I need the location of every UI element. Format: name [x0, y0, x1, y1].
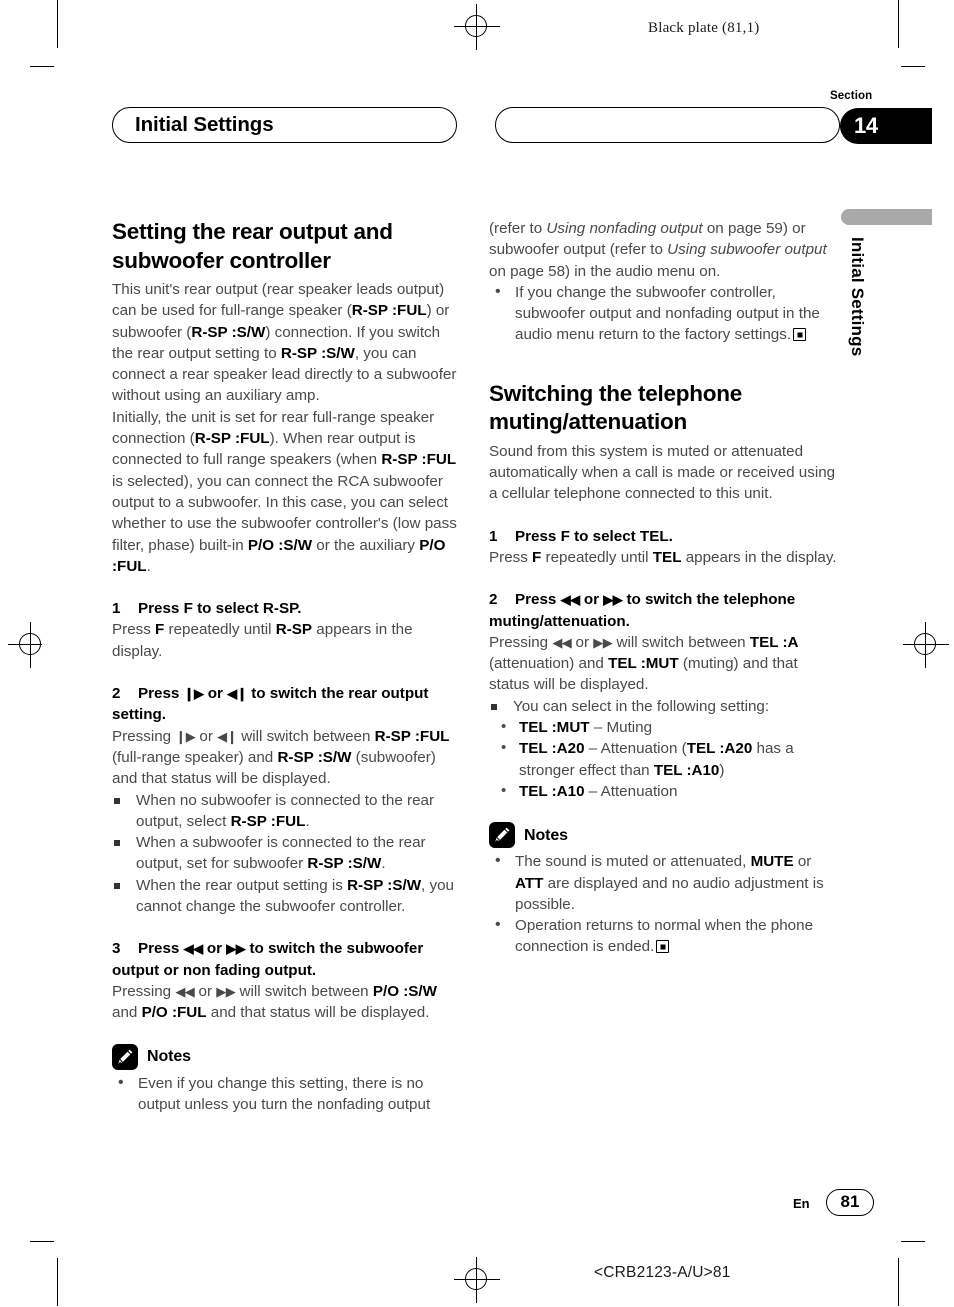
right-options-list: TEL :MUT – Muting TEL :A20 – Attenuation…	[489, 716, 837, 802]
fast-forward-glyph: ▶▶	[603, 592, 623, 608]
right-intro-paragraph: Sound from this system is muted or atten…	[489, 442, 836, 503]
crop-mark-top-right-horizontal	[901, 66, 925, 67]
fast-forward-glyph: ▶▶	[593, 634, 613, 650]
left-step-2-body: Pressing ❙▶ or ◀❙ will switch between R-…	[112, 727, 450, 788]
list-item: TEL :A10 – Attenuation	[489, 780, 837, 802]
section-number-badge: 14	[840, 108, 932, 144]
reverse-pause-glyph: ◀❙	[217, 728, 238, 744]
right-step-2-body: Pressing ◀◀ or ▶▶ will switch between TE…	[489, 633, 799, 694]
left-heading: Setting the rear output and subwoofer co…	[112, 219, 393, 273]
right-notes-header: Notes	[489, 822, 837, 849]
list-item: Operation returns to normal when the pho…	[489, 914, 837, 958]
left-square-bullet-list: When no subwoofer is connected to the re…	[112, 790, 460, 918]
left-intro-paragraph-2: Initially, the unit is set for rear full…	[112, 408, 457, 575]
right-continued-notes-list: If you change the subwoofer controller, …	[489, 281, 837, 346]
header-pill-right	[495, 107, 840, 143]
section-word-label: Section	[830, 90, 873, 102]
left-notes-title: Notes	[147, 1047, 191, 1065]
left-step-2-title: 2 Press ❙▶ or ◀❙ to switch the rear outpu…	[112, 685, 429, 724]
right-step-1-body: Press F repeatedly until TEL appears in …	[489, 548, 837, 566]
rewind-glyph: ◀◀	[560, 592, 581, 608]
rewind-glyph: ◀◀	[552, 634, 572, 650]
manual-page: Black plate (81,1) Initial Settings Sect…	[0, 0, 954, 1307]
list-item: The sound is muted or attenuated, MUTE o…	[489, 850, 837, 915]
pause-play-glyph: ❙▶	[175, 728, 196, 744]
left-column: Setting the rear output and subwoofer co…	[112, 218, 460, 1115]
crop-mark-top-right-vertical	[898, 0, 899, 48]
list-item: TEL :MUT – Muting	[489, 716, 837, 738]
footer-language: En	[793, 1196, 810, 1211]
rewind-glyph: ◀◀	[183, 941, 204, 957]
list-item: When no subwoofer is connected to the re…	[112, 790, 460, 833]
left-step-1-body: Press F repeatedly until R-SP appears in…	[112, 621, 413, 660]
footer-document-code: <CRB2123-A/U>81	[594, 1264, 731, 1281]
left-intro-paragraph-1: This unit's rear output (rear speaker le…	[112, 281, 457, 405]
right-column: (refer to Using nonfading output on page…	[489, 218, 837, 958]
list-item: When the rear output setting is R-SP :S/…	[112, 875, 460, 918]
left-notes-header: Notes	[112, 1043, 460, 1070]
pencil-icon	[112, 1043, 138, 1070]
registration-mark-right	[903, 622, 949, 668]
left-step-3-title: 3 Press ◀◀ or ▶▶ to switch the subwoofer …	[112, 940, 424, 979]
list-item: If you change the subwoofer controller, …	[489, 281, 837, 346]
right-heading: Switching the telephone muting/attenuati…	[489, 380, 743, 435]
side-tab-label: Initial Settings	[848, 237, 867, 357]
footer-page-number: 81	[826, 1189, 874, 1216]
chapter-title-label: Initial Settings	[135, 113, 274, 136]
registration-mark-bottom	[454, 1257, 500, 1303]
pencil-icon	[489, 822, 515, 849]
running-head: Black plate (81,1)	[648, 20, 760, 36]
crop-mark-top-left-horizontal	[30, 66, 54, 67]
crop-mark-bottom-left-horizontal	[30, 1241, 54, 1242]
right-notes-title: Notes	[524, 826, 568, 844]
section-number: 14	[854, 113, 878, 138]
registration-mark-top	[454, 4, 500, 50]
chapter-title-pill: Initial Settings	[112, 107, 457, 143]
pause-play-glyph: ❙▶	[183, 686, 204, 702]
fast-forward-glyph: ▶▶	[216, 983, 236, 999]
rewind-glyph: ◀◀	[175, 983, 195, 999]
right-note-continuation: (refer to Using nonfading output on page…	[489, 220, 827, 280]
left-step-3-body: Pressing ◀◀ or ▶▶ will switch between P/…	[112, 982, 437, 1022]
right-notes-list: The sound is muted or attenuated, MUTE o…	[489, 850, 837, 958]
end-of-section-marker	[656, 940, 670, 954]
right-square-bullet-list: You can select in the following setting:	[489, 696, 837, 717]
left-notes-list: Even if you change this setting, there i…	[112, 1072, 460, 1116]
registration-mark-left	[8, 622, 54, 668]
crop-mark-bottom-right-vertical	[898, 1258, 899, 1306]
end-of-section-marker	[793, 328, 807, 342]
crop-mark-top-left-vertical	[57, 0, 58, 48]
right-step-1-title: 1 Press F to select TEL.	[489, 527, 673, 545]
list-item: You can select in the following setting:	[489, 696, 837, 717]
fast-forward-glyph: ▶▶	[226, 941, 246, 957]
crop-mark-bottom-left-vertical	[57, 1258, 58, 1306]
crop-mark-bottom-right-horizontal	[901, 1241, 925, 1242]
list-item: TEL :A20 – Attenuation (TEL :A20 has a s…	[489, 737, 837, 781]
right-step-2-title: 2 Press ◀◀ or ▶▶ to switch the telephone …	[489, 591, 796, 630]
list-item: Even if you change this setting, there i…	[112, 1072, 460, 1116]
list-item: When a subwoofer is connected to the rea…	[112, 832, 460, 875]
side-tab-bar	[841, 209, 932, 225]
left-step-1-title: 1 Press F to select R-SP.	[112, 600, 302, 618]
reverse-pause-glyph: ◀❙	[227, 686, 248, 702]
